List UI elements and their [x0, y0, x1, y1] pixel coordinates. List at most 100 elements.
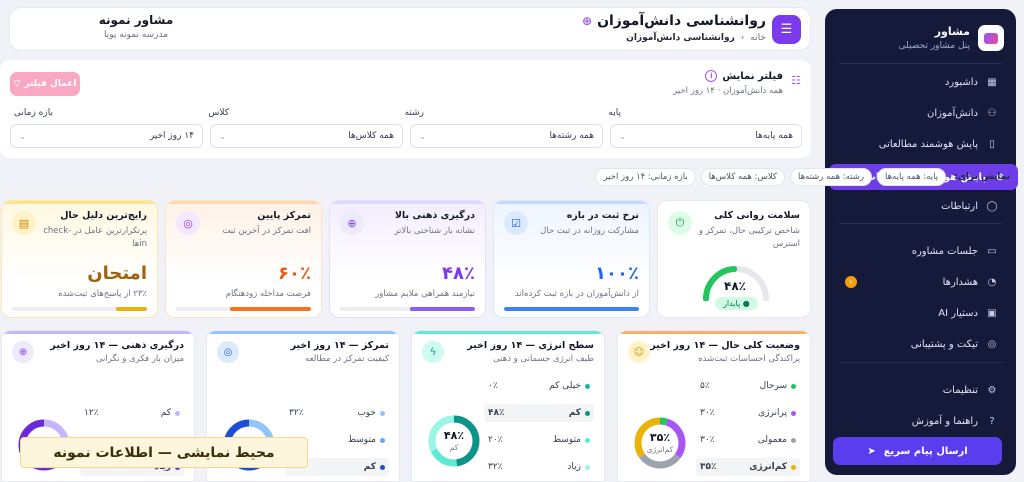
row-value: ۴۸٪: [488, 408, 505, 418]
legend-dot: [175, 410, 180, 416]
kpi-subtitle: شاخص ترکیبی حال، تمرکز و استرس: [698, 226, 800, 249]
grid-icon: ▦: [987, 76, 997, 88]
sidebar-title: مشاور: [934, 25, 970, 38]
sidebar-item-label: داشبورد: [944, 76, 978, 88]
sidebar-item[interactable]: ◯ ارتباطات: [831, 193, 1010, 219]
quick-message-button[interactable]: ارسال پیام سریع ➤: [833, 437, 1002, 465]
info-icon[interactable]: i: [705, 70, 718, 82]
chips-label: نمایش برای:: [954, 172, 1010, 182]
user-box[interactable]: مشاور نمونه مدرسه نمونه پویا: [26, 13, 246, 40]
kpi-note: نیازمند همراهی ملایم مشاور: [375, 289, 475, 299]
chat-icon: ◯: [986, 200, 998, 212]
sidebar-item[interactable]: ▭ جلسات مشاوره: [831, 238, 1010, 264]
row-label: کم: [160, 408, 171, 418]
sidebar-item[interactable]: ⚇ دانش‌آموزان: [831, 100, 1010, 126]
chip-grade[interactable]: پایه: همه پایه‌ها: [876, 168, 947, 186]
filter-panel: ☷ فیلتر نمایش i همه دانش‌آموزان · ۱۴ روز…: [0, 60, 811, 158]
kpi-title: درگیری ذهنی بالا: [394, 210, 475, 221]
grade-select[interactable]: همه پایه‌ها ⌄: [610, 124, 802, 148]
row-value: ۳۰٪: [700, 408, 715, 418]
class-select[interactable]: همه کلاس‌ها ⌄: [210, 124, 403, 148]
kpi-note: ۲۳٪ از پاسخ‌های ثبت‌شده: [58, 289, 147, 299]
card-accent: [412, 331, 604, 334]
legend-dot: [585, 383, 590, 389]
clipboard-check-icon: ☑: [504, 211, 528, 235]
sidebar-item[interactable]: ◎ تیکت و پشتیبانی: [831, 331, 1010, 357]
menu-toggle-button[interactable]: ☰: [772, 15, 801, 44]
row-value: ۵٪: [700, 381, 710, 391]
row-label: کم‌انرژی: [749, 462, 787, 472]
kpi-progress-fill: [115, 307, 147, 311]
card-title: تمرکز — ۱۴ روز اخیر: [290, 340, 389, 351]
row-value: ۱۲٪: [84, 408, 99, 418]
document-icon: ▤: [12, 211, 36, 235]
demo-environment-banner: محیط نمایشی — اطلاعات نمونه: [20, 437, 308, 468]
row-label: معمولی: [757, 435, 787, 445]
sidebar-item[interactable]: ▣ دستیار AI: [831, 300, 1010, 326]
legend-dot: [585, 464, 590, 470]
help-icon: ?: [989, 415, 995, 427]
sidebar-item[interactable]: ◔ هشدارها ۱: [831, 269, 1010, 295]
kpi-value: امتحان: [87, 263, 147, 284]
quick-message-label: ارسال پیام سریع: [883, 445, 968, 457]
sidebar-item[interactable]: ▯ پایش هوشمند مطالعاتی: [831, 131, 1010, 157]
breadcrumb-separator: ‹: [740, 33, 745, 43]
kpi-value: ۴۸٪: [442, 263, 475, 284]
list-item: خیلی کم ۰٪: [484, 377, 594, 395]
list-item: خوب ۳۲٪: [285, 404, 389, 422]
chevron-down-icon: ⌄: [419, 131, 426, 141]
card-subtitle: کیفیت تمرکز در مطالعه: [305, 354, 389, 364]
row-value: ۳۲٪: [488, 462, 503, 472]
row-label: خوب: [357, 408, 376, 418]
kpi-value: ۶۰٪: [278, 263, 311, 284]
breadcrumb: خانه ‹ روانشناسی دانش‌آموزان: [626, 33, 766, 43]
sidebar-item[interactable]: ▦ داشبورد: [831, 69, 1010, 95]
filter-label-grade: پایه: [608, 108, 621, 118]
mood-overview-card: وضعیت کلی حال — ۱۴ روز اخیر پراکندگی احس…: [617, 330, 811, 482]
card-title: درگیری ذهنی — ۱۴ روز اخیر: [50, 340, 184, 351]
sidebar-item[interactable]: ⚙ تنظیمات: [831, 377, 1010, 403]
kpi-card-wellbeing[interactable]: سلامت روانی کلی شاخص ترکیبی حال، تمرکز و…: [657, 200, 811, 318]
card-subtitle: پراکندگی احساسات ثبت‌شده: [698, 354, 800, 364]
chip-class[interactable]: کلاس: همه کلاس‌ها: [700, 168, 785, 186]
row-value: ۲۰٪: [488, 435, 503, 445]
chevron-down-icon: ⌄: [219, 131, 226, 141]
kpi-progress-fill: [230, 307, 311, 311]
chevron-down-icon: ⌄: [619, 131, 626, 141]
sidebar-item[interactable]: ? راهنما و آموزش: [831, 408, 1010, 434]
chip-period[interactable]: بازه زمانی: ۱۴ روز اخیر: [595, 168, 696, 186]
sidebar-header: مشاور پنل مشاور تحصیلی: [899, 25, 1004, 51]
breadcrumb-home[interactable]: خانه: [750, 33, 766, 43]
brain-icon: ⊕: [340, 211, 364, 235]
legend-dot: [585, 410, 590, 416]
legend-dot: [791, 410, 796, 416]
card-accent: [2, 201, 157, 204]
card-accent: [618, 331, 810, 334]
kpi-card-cognitive-load[interactable]: درگیری ذهنی بالا نشانه بار شناختی بالاتر…: [329, 200, 486, 318]
row-label: خیلی کم: [549, 381, 581, 391]
sidebar-divider: [839, 223, 1002, 224]
status-dot: ●: [740, 299, 750, 308]
filter-label-period: بازه زمانی: [13, 108, 53, 118]
breadcrumb-current: روانشناسی دانش‌آموزان: [626, 33, 735, 43]
card-subtitle: طیف انرژی جسمانی و ذهنی: [493, 354, 594, 364]
apply-filter-button[interactable]: ▽ اعمال فیلتر: [10, 72, 80, 96]
kpi-subtitle: پرتکرارترین عامل در check-inها: [43, 226, 147, 249]
support-icon: ◎: [987, 338, 997, 350]
period-select[interactable]: ۱۴ روز اخیر ⌄: [10, 124, 203, 148]
kpi-progress: [176, 307, 311, 311]
kpi-title: نرخ ثبت در بازه: [566, 210, 639, 221]
wellbeing-value: ۴۸٪: [724, 279, 746, 293]
kpi-card-low-focus[interactable]: تمرکز پایین افت تمرکز در آخرین ثبت ◎ ۶۰٪…: [165, 200, 322, 318]
sidebar-item-label: دانش‌آموزان: [926, 107, 978, 119]
kpi-card-top-reason[interactable]: رایج‌ترین دلیل حال پرتکرارترین عامل در c…: [1, 200, 158, 318]
kpi-card-registration[interactable]: نرخ ثبت در بازه مشارکت روزانه در ثبت حال…: [493, 200, 650, 318]
video-icon: ▭: [987, 245, 997, 257]
chip-major[interactable]: رشته: همه رشته‌ها: [789, 168, 872, 186]
list-item: کم‌انرژی ۳۵٪: [696, 458, 800, 476]
bell-icon: ◔: [987, 276, 997, 288]
kpi-title: سلامت روانی کلی: [714, 210, 800, 221]
major-select[interactable]: همه رشته‌ها ⌄: [410, 124, 603, 148]
sidebar-item-label: پایش هوشمند مطالعاتی: [878, 138, 978, 150]
kpi-progress: [12, 307, 147, 311]
